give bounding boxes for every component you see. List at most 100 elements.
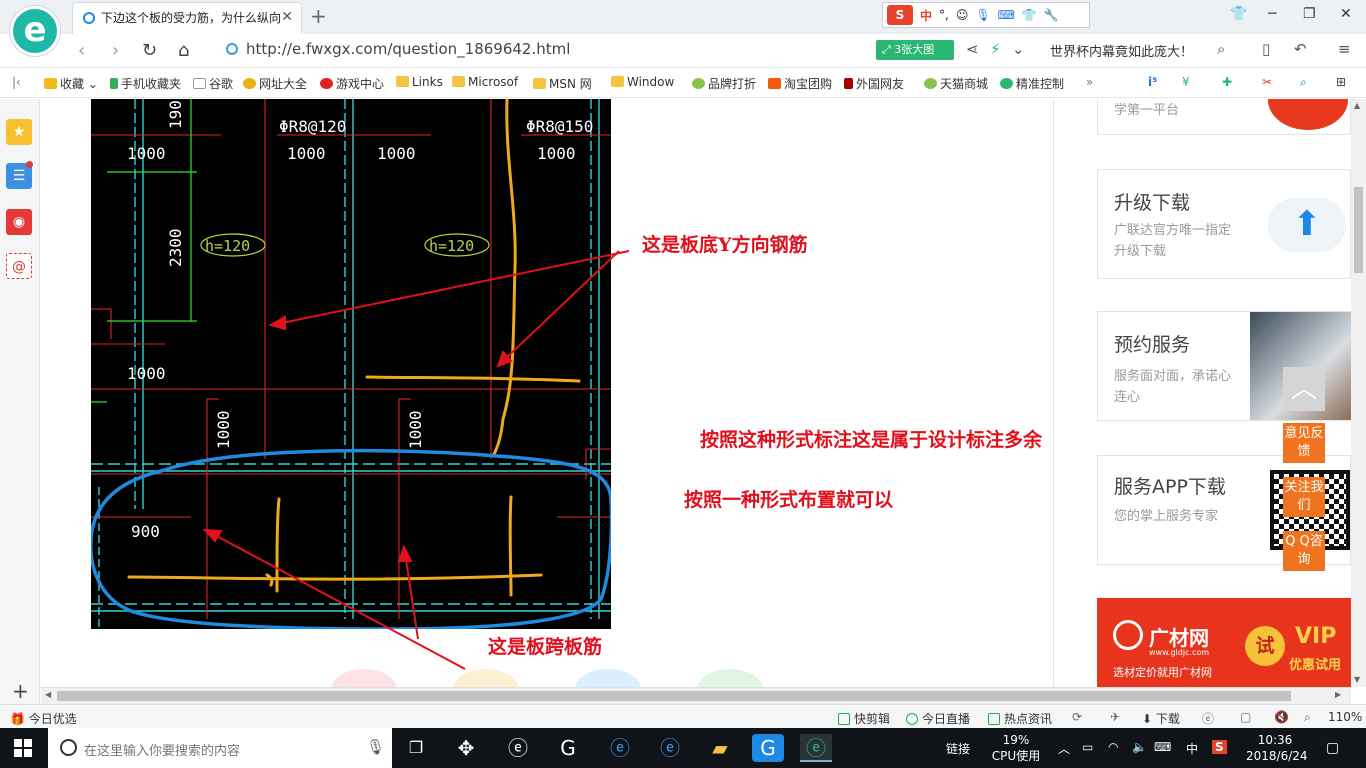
mute-icon[interactable]: 🔇 <box>1274 710 1289 724</box>
extension-search-icon[interactable]: ⌕ <box>1300 75 1307 90</box>
pin-icon[interactable]: ✈ <box>1110 710 1120 724</box>
browser-tab[interactable]: 下边这个板的受力筋，为什么纵向 ✕ <box>72 2 302 34</box>
news-ticker[interactable]: 世界杯内幕竟如此庞大！ <box>1050 41 1193 60</box>
bookmark-item[interactable]: 游戏中心 <box>320 75 384 92</box>
file-explorer-icon[interactable]: ▰ <box>704 734 736 762</box>
gldjc-ad-banner[interactable]: 广材网 www.gldjc.com 选材定价就用广材网 试 VIP 优惠试用 <box>1097 598 1351 687</box>
accelerate-icon[interactable]: ⟳ <box>1072 710 1082 724</box>
close-tab-icon[interactable]: ✕ <box>281 9 293 25</box>
home-icon[interactable]: ⌂ <box>178 40 189 61</box>
bookmark-item[interactable]: Links <box>396 75 443 89</box>
active-browser-icon[interactable]: ⓔ <box>800 734 832 762</box>
microphone-icon[interactable]: 🎙 <box>366 738 385 756</box>
hot-news-link[interactable]: 热点资讯 <box>988 710 1052 727</box>
keyboard-icon[interactable]: ⌨ <box>1154 740 1171 754</box>
task-view-icon[interactable]: ❐ <box>400 734 432 762</box>
qq-consult-button[interactable]: Q Q咨询 <box>1283 531 1325 571</box>
horizontal-scroll-thumb[interactable] <box>57 691 1291 701</box>
share-icon[interactable]: ⋖ <box>966 40 979 58</box>
volume-icon[interactable]: 🔈 <box>1132 740 1147 754</box>
extension-grid-icon[interactable]: ⊞ <box>1336 75 1346 89</box>
scroll-right-icon[interactable]: ▶ <box>1335 690 1341 699</box>
extension-cut-icon[interactable]: ✂ <box>1262 75 1272 89</box>
search-icon[interactable]: ⌕ <box>1217 40 1225 58</box>
emoji-icon[interactable]: ☺ <box>956 8 969 22</box>
menu-icon[interactable]: ≡ <box>1338 40 1351 58</box>
tools-icon[interactable]: 🔧 <box>1044 8 1059 22</box>
daily-picks-link[interactable]: 🎁 今日优选 <box>10 710 77 727</box>
refresh-icon[interactable]: ↻ <box>142 40 157 61</box>
sidebar-toggle-icon[interactable]: |‹ <box>12 75 21 89</box>
live-link[interactable]: 今日直播 <box>906 710 970 727</box>
service-card-learning[interactable]: 学第一平台 <box>1097 99 1351 135</box>
chevron-down-icon[interactable]: ⌄ <box>1012 40 1025 58</box>
forward-icon[interactable]: › <box>112 40 119 61</box>
ie-mode-icon[interactable]: ⓔ <box>1202 710 1214 727</box>
browser-logo[interactable]: e <box>10 6 60 56</box>
sogou-browser-icon[interactable]: G <box>552 734 584 762</box>
internet-explorer-icon[interactable]: ⓔ <box>654 734 686 762</box>
skin-icon[interactable]: 👕 <box>1022 8 1037 22</box>
extension-ip-icon[interactable]: i⁵ <box>1148 75 1157 89</box>
scroll-down-icon[interactable]: ▼ <box>1354 675 1360 684</box>
taskbar-search-box[interactable]: 在这里输入你要搜索的内容 🎙 <box>48 728 392 768</box>
punctuation-icon[interactable]: °, <box>939 8 949 22</box>
bookmark-item[interactable]: 手机收藏夹 <box>110 75 181 92</box>
bookmark-item[interactable]: MSN 网 <box>533 75 592 92</box>
address-bar[interactable]: http://e.fwxgx.com/question_1869642.html <box>226 40 866 62</box>
windows-start-icon[interactable] <box>14 739 32 757</box>
phone-icon[interactable]: ▯ <box>1262 40 1270 58</box>
minimize-icon[interactable]: ─ <box>1268 6 1276 22</box>
keyboard-icon[interactable]: ⌨ <box>998 8 1015 22</box>
bookmark-item[interactable]: Window <box>611 75 674 89</box>
zoom-icon[interactable]: ⌕ <box>1304 710 1311 725</box>
scroll-up-icon[interactable]: ▲ <box>1354 101 1360 110</box>
horizontal-scrollbar[interactable]: ◀ ▶ <box>41 687 1351 704</box>
back-icon[interactable]: ‹ <box>78 40 85 61</box>
restore-icon[interactable]: ❐ <box>1303 6 1316 22</box>
mail-icon[interactable]: @ <box>6 253 32 279</box>
weibo-icon[interactable]: ◉ <box>6 209 32 235</box>
edge-icon[interactable]: ⓔ <box>604 734 636 762</box>
ime-language-indicator[interactable]: 中 <box>920 7 932 24</box>
lightning-icon[interactable]: ⚡ <box>990 40 1001 58</box>
bookmark-item[interactable]: 品牌打折 <box>692 75 756 92</box>
download-link[interactable]: ⬇ 下载 <box>1142 710 1180 727</box>
add-sidebar-icon[interactable]: + <box>12 679 29 703</box>
window-icon[interactable]: ▢ <box>1240 710 1251 724</box>
extension-money-icon[interactable]: ¥ <box>1182 75 1190 89</box>
bookmark-item[interactable]: 外国网友 <box>844 75 904 92</box>
sogou-ime-icon[interactable]: S <box>887 5 913 25</box>
clock[interactable]: 10:36 2018/6/24 <box>1246 732 1308 764</box>
big-images-button[interactable]: ⤢ 3张大图 <box>876 40 954 60</box>
bookmark-item[interactable]: 精准控制 <box>1000 75 1064 92</box>
bookmark-item[interactable]: 网址大全 <box>243 75 307 92</box>
voice-icon[interactable]: 🎙 <box>975 8 990 22</box>
favorites-star-icon[interactable]: ★ <box>6 119 32 145</box>
sogou-tray-icon[interactable]: S <box>1212 740 1227 754</box>
follow-us-button[interactable]: 关注我们 <box>1283 477 1325 517</box>
ime-toolbar[interactable]: S 中 °, ☺ 🎙 ⌨ 👕 🔧 <box>882 2 1090 28</box>
close-window-icon[interactable]: ✕ <box>1340 6 1352 22</box>
feedback-button[interactable]: 意见反馈 <box>1283 423 1325 463</box>
new-tab-button[interactable]: + <box>310 4 327 28</box>
link-label[interactable]: 链接 <box>946 740 970 757</box>
undo-icon[interactable]: ↶ <box>1294 40 1307 58</box>
zoom-level[interactable]: 110% <box>1328 710 1362 724</box>
service-card-download[interactable]: 升级下载 广联达官方唯一指定升级下载 ⬆ <box>1097 169 1351 279</box>
vertical-scrollbar[interactable]: ▲ ▼ <box>1351 99 1366 687</box>
quick-edit-link[interactable]: 快剪辑 <box>838 710 890 727</box>
skin-shirt-icon[interactable]: 👕 <box>1230 6 1247 22</box>
bookmark-item[interactable]: 谷歌 <box>193 75 233 92</box>
e-browser-icon[interactable]: ⓔ <box>502 734 534 762</box>
bookmark-item[interactable]: 天猫商城 <box>924 75 988 92</box>
notification-center-icon[interactable]: ▢ <box>1326 740 1339 756</box>
wifi-icon[interactable]: ◠ <box>1108 740 1118 754</box>
cpu-meter[interactable]: 19% CPU使用 <box>990 732 1042 764</box>
bookmark-item[interactable]: 收藏 ⌄ <box>44 75 98 92</box>
show-hidden-icons[interactable]: ︿ <box>1058 740 1070 757</box>
extension-plus-icon[interactable]: ✚ <box>1222 75 1232 89</box>
back-to-top-icon[interactable]: ︿ <box>1283 367 1325 411</box>
scroll-left-icon[interactable]: ◀ <box>45 690 51 699</box>
more-bookmarks-icon[interactable]: » <box>1086 75 1093 89</box>
